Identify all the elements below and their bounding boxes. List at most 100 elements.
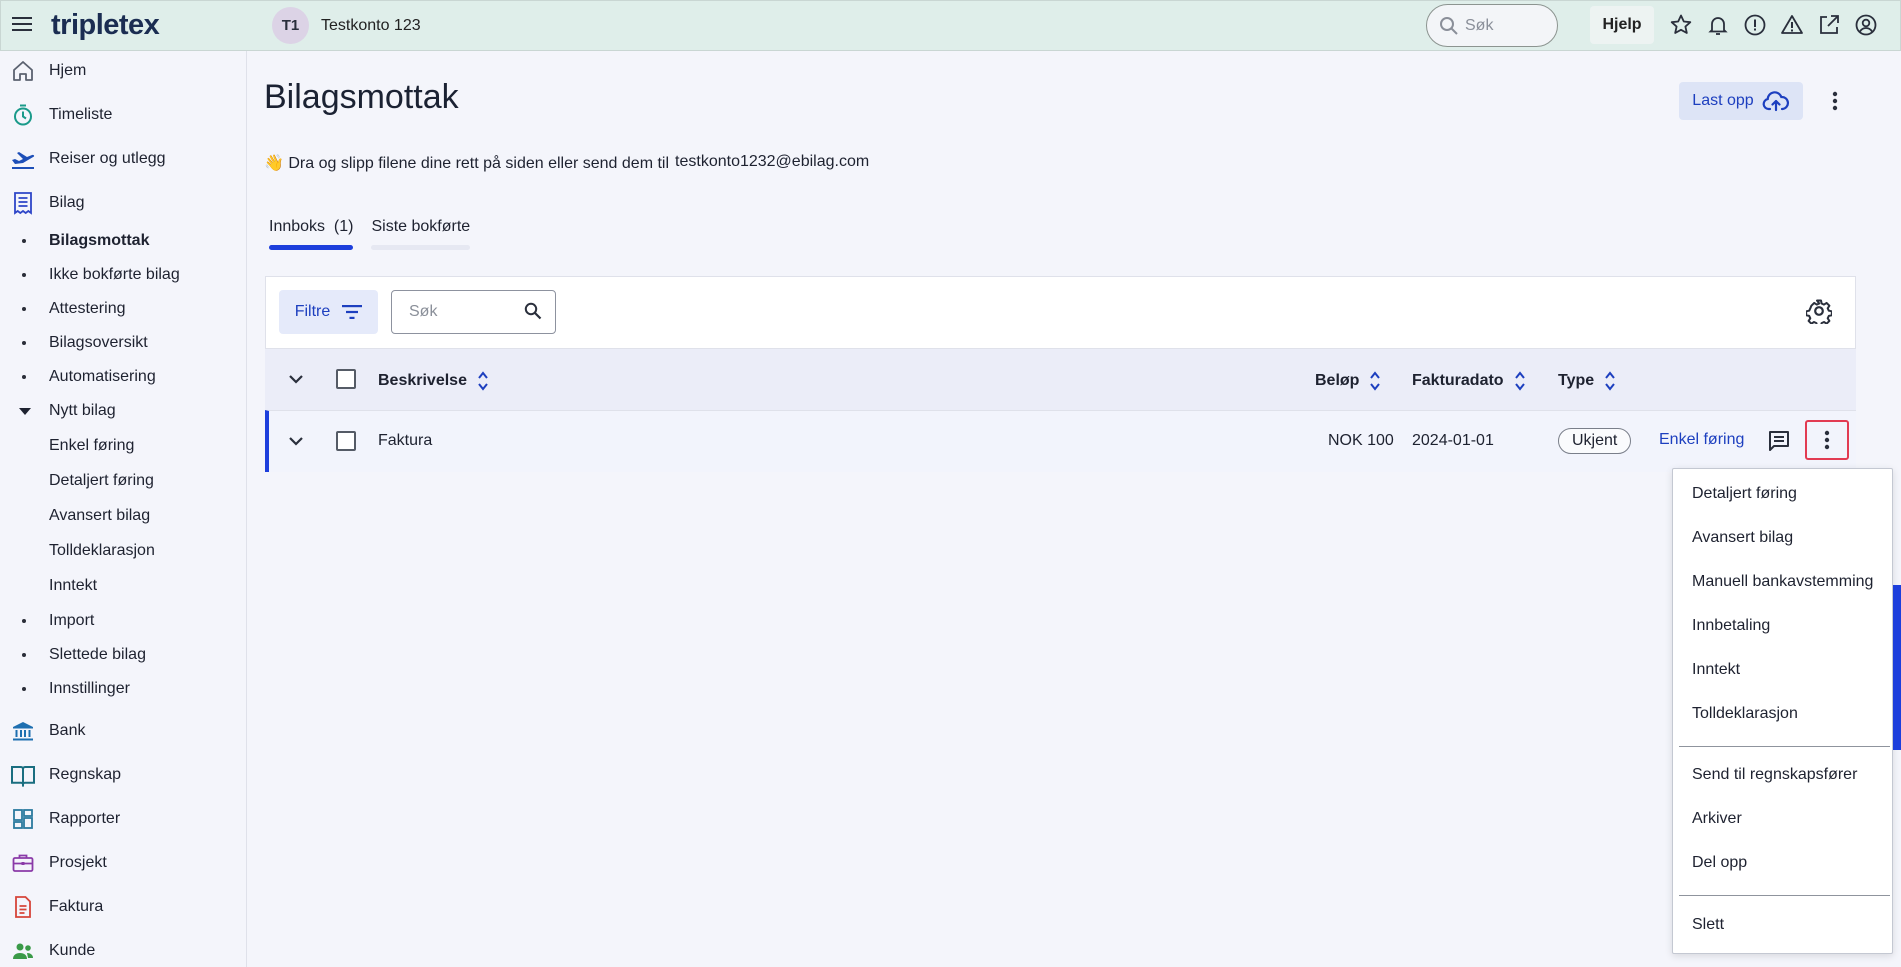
sidebar-item-label: Regnskap: [49, 766, 122, 783]
tripletex-logo[interactable]: tripletex: [51, 9, 160, 42]
sidebar-item-label: Attestering: [49, 300, 126, 317]
sort-icon: [1514, 371, 1525, 391]
sidebar-item-regnskap[interactable]: Regnskap: [0, 755, 247, 795]
sidebar-item-label: Rapporter: [49, 810, 121, 827]
bullet: [22, 375, 26, 379]
sidebar-item-label: Innstillinger: [49, 680, 130, 697]
sidebar-item-bilag[interactable]: Bilag: [0, 183, 247, 223]
expand-all-chevron-icon[interactable]: [288, 372, 304, 390]
star-icon[interactable]: [1668, 12, 1694, 38]
sidebar-subitem-automatisering[interactable]: Automatisering: [0, 362, 247, 392]
bell-icon[interactable]: [1705, 12, 1731, 38]
sidebar-subitem-enkel-foring[interactable]: Enkel føring: [0, 431, 247, 461]
menu-item-manuell-bankavstemming[interactable]: Manuell bankavstemming: [1692, 573, 1873, 591]
sidebar-subitem-import[interactable]: Import: [0, 606, 247, 636]
company-name: Testkonto 123: [321, 16, 421, 34]
sidebar-subitem-slettede-bilag[interactable]: Slettede bilag: [0, 640, 247, 670]
row-actions-menu: Detaljert føring Avansert bilag Manuell …: [1672, 468, 1893, 954]
column-header-label: Beløp: [1315, 372, 1360, 389]
sidebar-subitem-bilagsoversikt[interactable]: Bilagsoversikt: [0, 328, 247, 358]
bullet: [22, 619, 26, 623]
table-search-placeholder: Søk: [409, 303, 438, 320]
menu-item-send-til-regnskapsforer[interactable]: Send til regnskapsfører: [1692, 766, 1857, 784]
sidebar-subitem-avansert-bilag[interactable]: Avansert bilag: [0, 501, 247, 531]
enkel-foring-link[interactable]: Enkel føring: [1659, 431, 1744, 449]
sidebar-subitem-ikke-bokforte[interactable]: Ikke bokførte bilag: [0, 260, 247, 290]
menu-item-del-opp[interactable]: Del opp: [1692, 854, 1747, 872]
comment-icon[interactable]: [1767, 429, 1791, 458]
ebilag-email: testkonto1232@ebilag.com: [675, 153, 870, 170]
column-header-label: Beskrivelse: [378, 372, 467, 389]
menu-item-tolldeklarasjon[interactable]: Tolldeklarasjon: [1692, 705, 1798, 723]
bullet: [22, 239, 26, 243]
people-icon: [10, 938, 36, 964]
row-invoice-date: 2024-01-01: [1412, 432, 1494, 449]
tab-indicator: [269, 245, 354, 250]
column-header-fakturadato[interactable]: Fakturadato: [1412, 370, 1526, 392]
user-account-icon[interactable]: [1853, 12, 1879, 38]
column-header-type[interactable]: Type: [1558, 370, 1616, 392]
sidebar-subitem-detaljert-foring[interactable]: Detaljert føring: [0, 466, 247, 496]
company-switcher[interactable]: T1 Testkonto 123: [272, 7, 421, 44]
filter-button[interactable]: Filtre: [279, 290, 378, 334]
sidebar-item-faktura[interactable]: Faktura: [0, 887, 247, 927]
sidebar-item-bank[interactable]: Bank: [0, 711, 247, 751]
select-all-checkbox[interactable]: [336, 369, 356, 389]
sidebar-subitem-nytt-bilag[interactable]: Nytt bilag: [0, 396, 247, 426]
help-button[interactable]: Hjelp: [1590, 6, 1654, 44]
alert-circle-icon[interactable]: [1742, 12, 1768, 38]
scrollbar-thumb[interactable]: [1893, 585, 1901, 750]
external-link-icon[interactable]: [1816, 12, 1842, 38]
sidebar-subitem-tolldeklarasjon[interactable]: Tolldeklarasjon: [0, 536, 247, 566]
sidebar-item-label: Detaljert føring: [49, 472, 154, 489]
drop-instructions: 👋 Dra og slipp filene dine rett på siden…: [264, 153, 869, 173]
menu-item-slett[interactable]: Slett: [1692, 916, 1724, 934]
sidebar-item-timeliste[interactable]: Timeliste: [0, 95, 247, 135]
sidebar-item-hjem[interactable]: Hjem: [0, 51, 247, 91]
sidebar-item-prosjekt[interactable]: Prosjekt: [0, 843, 247, 883]
gear-icon[interactable]: [1805, 298, 1833, 329]
expand-row-chevron-icon[interactable]: [288, 434, 304, 452]
menu-item-inntekt[interactable]: Inntekt: [1692, 661, 1740, 679]
bullet: [22, 687, 26, 691]
sidebar-subitem-innstillinger[interactable]: Innstillinger: [0, 674, 247, 704]
tab-siste-bokforte[interactable]: Siste bokførte: [371, 218, 471, 250]
dashboard-icon: [10, 806, 36, 832]
sidebar-item-label: Nytt bilag: [49, 402, 116, 419]
sidebar-item-label: Kunde: [49, 942, 96, 959]
sidebar-subitem-bilagsmottak[interactable]: Bilagsmottak: [0, 226, 247, 256]
upload-button[interactable]: Last opp: [1679, 82, 1803, 120]
sidebar-item-reiser[interactable]: Reiser og utlegg: [0, 139, 247, 179]
table-header: Beskrivelse Beløp Fakturadato Type: [265, 348, 1856, 410]
sidebar-item-label: Bilag: [49, 194, 85, 211]
briefcase-icon: [10, 850, 36, 876]
bullet: [22, 307, 26, 311]
page-title: Bilagsmottak: [264, 78, 459, 116]
sidebar-subitem-inntekt[interactable]: Inntekt: [0, 571, 247, 601]
menu-item-innbetaling[interactable]: Innbetaling: [1692, 617, 1770, 635]
menu-item-detaljert-foring[interactable]: Detaljert føring: [1692, 485, 1797, 503]
warning-triangle-icon[interactable]: [1779, 12, 1805, 38]
sidebar-subitem-attestering[interactable]: Attestering: [0, 294, 247, 324]
sidebar-item-rapporter[interactable]: Rapporter: [0, 799, 247, 839]
sidebar-item-kunde[interactable]: Kunde: [0, 931, 247, 967]
top-bar: tripletex T1 Testkonto 123 Søk Hjelp: [0, 0, 1901, 51]
sidebar-item-label: Prosjekt: [49, 854, 107, 871]
page-more-options-icon[interactable]: [1822, 86, 1848, 116]
sort-icon: [1605, 371, 1615, 391]
menu-item-arkiver[interactable]: Arkiver: [1692, 810, 1742, 828]
drop-instructions-text: 👋 Dra og slipp filene dine rett på siden…: [264, 155, 670, 172]
search-icon: [524, 302, 542, 325]
type-badge: Ukjent: [1558, 428, 1632, 454]
row-checkbox[interactable]: [336, 431, 356, 451]
row-more-options-icon[interactable]: [1805, 420, 1849, 460]
column-header-beskrivelse[interactable]: Beskrivelse: [378, 370, 489, 392]
global-search-input[interactable]: Søk: [1426, 4, 1558, 47]
tab-innboks[interactable]: Innboks (1): [269, 218, 354, 250]
filter-icon: [342, 305, 363, 319]
search-icon: [1440, 16, 1458, 35]
column-header-belop[interactable]: Beløp: [1315, 370, 1381, 392]
menu-item-avansert-bilag[interactable]: Avansert bilag: [1692, 529, 1793, 547]
hamburger-menu-icon[interactable]: [11, 13, 33, 35]
upload-button-label: Last opp: [1692, 92, 1754, 109]
